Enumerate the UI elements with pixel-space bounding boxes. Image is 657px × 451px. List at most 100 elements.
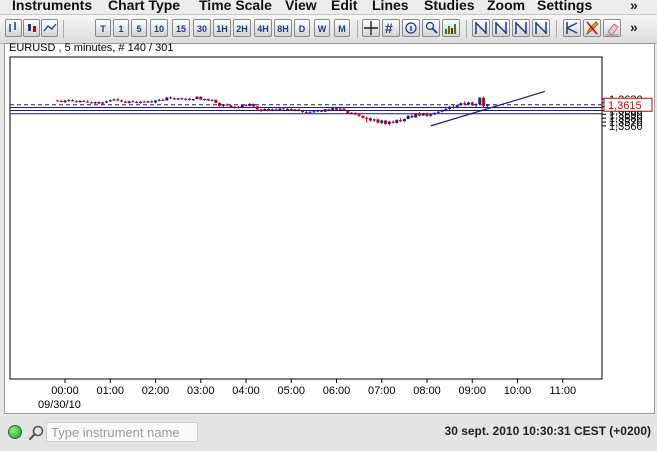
candle-body[interactable]	[236, 106, 240, 108]
candle-body[interactable]	[474, 103, 478, 106]
candle-body[interactable]	[244, 105, 248, 107]
candle-body[interactable]	[301, 110, 305, 113]
candle-body[interactable]	[225, 104, 229, 106]
candle-body[interactable]	[252, 103, 256, 107]
candle-body[interactable]	[233, 106, 237, 108]
candle-body[interactable]	[346, 110, 350, 114]
candle-body[interactable]	[210, 99, 214, 101]
candle-body[interactable]	[142, 101, 146, 103]
search-icon[interactable]	[28, 424, 46, 442]
candle-body[interactable]	[331, 108, 335, 111]
candle-body[interactable]	[206, 99, 210, 101]
candle-body[interactable]	[82, 100, 86, 102]
candle-body[interactable]	[93, 102, 97, 104]
candle-body[interactable]	[180, 98, 184, 100]
candle-body[interactable]	[410, 115, 414, 118]
candle-body[interactable]	[327, 109, 331, 111]
candle-body[interactable]	[391, 121, 395, 123]
candle-body[interactable]	[376, 119, 380, 123]
candle-body[interactable]	[172, 98, 176, 100]
candle-body[interactable]	[78, 100, 82, 103]
candle-body[interactable]	[259, 109, 263, 111]
candle-body[interactable]	[357, 114, 361, 116]
candle-body[interactable]	[214, 99, 218, 103]
candle-body[interactable]	[384, 120, 388, 124]
candle-body[interactable]	[459, 103, 463, 106]
candle-body[interactable]	[368, 118, 372, 121]
candle-body[interactable]	[165, 97, 169, 101]
candle-body[interactable]	[104, 101, 108, 103]
candle-body[interactable]	[146, 101, 150, 103]
candle-body[interactable]	[131, 101, 135, 103]
candle-body[interactable]	[436, 111, 440, 113]
candle-body[interactable]	[406, 115, 410, 119]
candle-body[interactable]	[482, 97, 486, 106]
candle-body[interactable]	[417, 113, 421, 116]
candle-body[interactable]	[293, 109, 297, 111]
candle-body[interactable]	[157, 99, 161, 101]
candle-body[interactable]	[71, 100, 75, 102]
candle-body[interactable]	[478, 97, 482, 104]
candle-body[interactable]	[154, 100, 157, 103]
candle-body[interactable]	[316, 110, 320, 112]
candle-body[interactable]	[127, 101, 131, 103]
candle-body[interactable]	[161, 99, 165, 101]
candle-body[interactable]	[229, 105, 233, 108]
candle-body[interactable]	[123, 101, 127, 103]
candle-body[interactable]	[55, 100, 59, 102]
candle-body[interactable]	[338, 108, 342, 110]
candle-body[interactable]	[289, 108, 293, 111]
candle-body[interactable]	[365, 117, 369, 119]
candle-body[interactable]	[278, 108, 282, 111]
candle-body[interactable]	[353, 112, 357, 115]
candle-body[interactable]	[282, 108, 286, 110]
candle-body[interactable]	[463, 103, 467, 105]
candle-body[interactable]	[221, 104, 225, 106]
candle-body[interactable]	[263, 108, 267, 111]
candle-body[interactable]	[335, 108, 338, 110]
candle-body[interactable]	[285, 108, 289, 110]
candle-body[interactable]	[425, 113, 429, 116]
candle-body[interactable]	[380, 120, 384, 123]
candle-body[interactable]	[120, 100, 124, 102]
candle-body[interactable]	[323, 109, 327, 112]
candle-body[interactable]	[308, 111, 312, 113]
candle-body[interactable]	[304, 112, 308, 114]
candle-body[interactable]	[440, 110, 444, 112]
candle-body[interactable]	[361, 115, 365, 118]
candle-body[interactable]	[451, 106, 455, 108]
candle-body[interactable]	[248, 103, 252, 106]
candle-body[interactable]	[270, 109, 274, 111]
candle-body[interactable]	[350, 112, 354, 114]
candle-body[interactable]	[414, 113, 418, 118]
candle-body[interactable]	[187, 98, 191, 101]
candle-body[interactable]	[218, 102, 222, 106]
candle-body[interactable]	[199, 96, 203, 100]
candle-body[interactable]	[63, 100, 67, 103]
plot-area[interactable]	[9, 56, 603, 380]
candle-body[interactable]	[240, 105, 244, 108]
candle-body[interactable]	[150, 101, 154, 103]
candle-body[interactable]	[191, 99, 195, 101]
candle-body[interactable]	[97, 102, 101, 104]
candle-body[interactable]	[255, 106, 259, 110]
candle-body[interactable]	[203, 99, 207, 100]
candle-body[interactable]	[466, 102, 470, 105]
candle-body[interactable]	[86, 101, 90, 103]
candle-body[interactable]	[74, 101, 78, 103]
candle-body[interactable]	[169, 97, 173, 99]
candle-body[interactable]	[342, 108, 346, 111]
candle-body[interactable]	[274, 109, 278, 111]
candle-body[interactable]	[138, 101, 142, 103]
candle-body[interactable]	[312, 111, 316, 113]
candle-body[interactable]	[387, 121, 391, 124]
candle-body[interactable]	[319, 110, 323, 112]
candle-body[interactable]	[485, 104, 489, 106]
candle-body[interactable]	[112, 99, 116, 101]
candle-body[interactable]	[399, 120, 403, 122]
candle-body[interactable]	[429, 114, 433, 116]
candle-body[interactable]	[297, 109, 301, 111]
candle-body[interactable]	[448, 106, 452, 109]
candle-body[interactable]	[176, 98, 180, 100]
candle-body[interactable]	[372, 119, 376, 121]
